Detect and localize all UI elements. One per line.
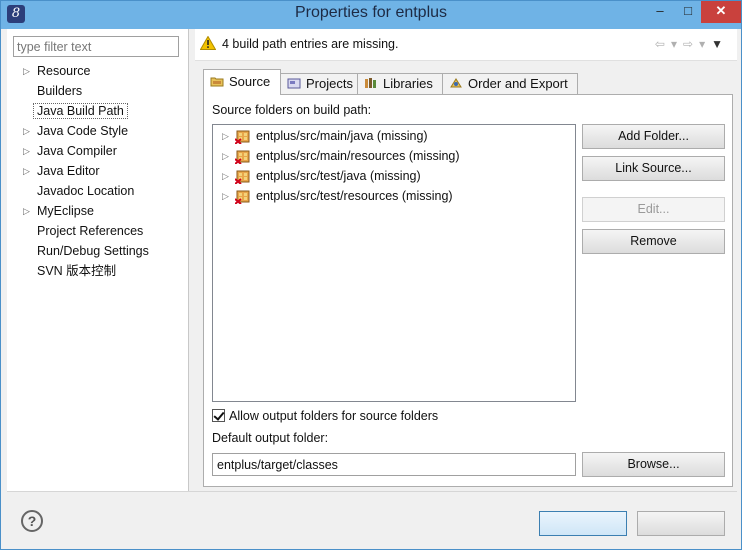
- nav-item-label: Java Code Style: [37, 124, 129, 138]
- default-output-folder-input[interactable]: [212, 453, 576, 476]
- expand-arrow-icon[interactable]: ▷: [222, 146, 229, 166]
- maximize-button[interactable]: □: [675, 1, 701, 23]
- nav-item-label: SVN 版本控制: [37, 264, 117, 278]
- nav-item-label: Java Compiler: [37, 144, 117, 158]
- nav-item[interactable]: Javadoc Location: [7, 181, 189, 201]
- missing-package-folder-icon: [235, 130, 250, 144]
- expand-arrow-icon[interactable]: ▷: [23, 201, 30, 221]
- nav-item[interactable]: ▷ Resource: [7, 61, 189, 81]
- help-icon[interactable]: ?: [21, 510, 43, 532]
- minimize-button[interactable]: –: [647, 1, 673, 23]
- filter-input[interactable]: [13, 36, 179, 57]
- allow-output-folders-label: Allow output folders for source folders: [229, 409, 439, 423]
- nav-item[interactable]: ▷ Java Code Style: [7, 121, 189, 141]
- tab-order-and-export[interactable]: Order and Export: [442, 73, 578, 95]
- back-icon[interactable]: ⇦: [655, 37, 671, 51]
- expand-arrow-icon[interactable]: ▷: [23, 121, 30, 141]
- libraries-icon: [364, 77, 378, 89]
- source-folder-entry[interactable]: ▷ entplus/src/test/java (missing): [213, 166, 575, 186]
- source-folder-path: entplus/src/test/java (missing): [256, 169, 421, 183]
- status-message: 4 build path entries are missing.: [222, 37, 399, 51]
- missing-package-folder-icon: [235, 150, 250, 164]
- nav-item[interactable]: SVN 版本控制: [7, 261, 189, 281]
- nav-item-label: Javadoc Location: [37, 184, 135, 198]
- forward-menu-icon[interactable]: ▾: [699, 37, 711, 51]
- message-bar: 4 build path entries are missing. ⇦▾⇨▾▼: [195, 29, 737, 61]
- allow-output-folders-option[interactable]: Allow output folders for source folders: [212, 408, 438, 424]
- default-output-folder-label: Default output folder:: [212, 431, 329, 445]
- nav-item[interactable]: ▷ MyEclipse: [7, 201, 189, 221]
- source-folder-path: entplus/src/test/resources (missing): [256, 189, 453, 203]
- properties-nav: ▷ Resource Builders Java Build Path ▷ Java Co…: [7, 61, 189, 281]
- source-tab-panel: Source folders on build path: ▷ entplus/s…: [203, 94, 733, 487]
- warning-icon: [200, 36, 216, 50]
- add-folder-button[interactable]: Add Folder...: [582, 124, 725, 149]
- order-export-icon: [449, 77, 463, 89]
- nav-item[interactable]: Run/Debug Settings: [7, 241, 189, 261]
- remove-button[interactable]: Remove: [582, 229, 725, 254]
- expand-arrow-icon[interactable]: ▷: [23, 161, 30, 181]
- tab-projects[interactable]: Projects: [280, 73, 358, 95]
- close-button[interactable]: ✕: [701, 1, 741, 23]
- title-bar[interactable]: 8 Properties for entplus – □ ✕: [1, 1, 741, 29]
- nav-item-label: Java Build Path: [33, 103, 128, 119]
- view-menu-icon[interactable]: ▼: [711, 37, 729, 51]
- missing-package-folder-icon: [235, 190, 250, 204]
- allow-output-folders-checkbox[interactable]: [212, 409, 225, 422]
- dialog-button-bar: ?: [7, 491, 737, 545]
- expand-arrow-icon[interactable]: ▷: [222, 126, 229, 146]
- tab-source[interactable]: Source: [203, 69, 281, 95]
- source-folder-entry[interactable]: ▷ entplus/src/main/java (missing): [213, 126, 575, 146]
- browse-button[interactable]: Browse...: [582, 452, 725, 477]
- cancel-button[interactable]: [637, 511, 725, 536]
- nav-item[interactable]: ▷ Java Compiler: [7, 141, 189, 161]
- source-folder-icon: [210, 75, 224, 87]
- edit-button[interactable]: Edit...: [582, 197, 725, 222]
- nav-item[interactable]: Builders: [7, 81, 189, 101]
- source-folders-tree[interactable]: ▷ entplus/src/main/java (missing) ▷ entplus…: [212, 124, 576, 402]
- right-pane: 4 build path entries are missing. ⇦▾⇨▾▼ …: [195, 29, 737, 491]
- forward-icon[interactable]: ⇨: [683, 37, 699, 51]
- expand-arrow-icon[interactable]: ▷: [23, 61, 30, 81]
- source-folder-entry[interactable]: ▷ entplus/src/test/resources (missing): [213, 186, 575, 206]
- nav-item[interactable]: Project References: [7, 221, 189, 241]
- source-folder-path: entplus/src/main/resources (missing): [256, 149, 460, 163]
- left-pane: ▷ResourceBuildersJava Build Path▷Java Co…: [7, 29, 189, 491]
- link-source-button[interactable]: Link Source...: [582, 156, 725, 181]
- nav-item-label: Project References: [37, 224, 144, 238]
- nav-item[interactable]: ▷ Java Editor: [7, 161, 189, 181]
- nav-item-label: Resource: [37, 64, 91, 78]
- expand-arrow-icon[interactable]: ▷: [222, 166, 229, 186]
- tab-libraries[interactable]: Libraries: [357, 73, 443, 95]
- history-nav: ⇦▾⇨▾▼: [655, 37, 729, 51]
- nav-item-label: Java Editor: [37, 164, 100, 178]
- projects-icon: [287, 77, 301, 89]
- nav-item-label: MyEclipse: [37, 204, 94, 218]
- dialog-body: ▷ResourceBuildersJava Build Path▷Java Co…: [7, 29, 737, 545]
- source-folder-entry[interactable]: ▷ entplus/src/main/resources (missing): [213, 146, 575, 166]
- missing-package-folder-icon: [235, 170, 250, 184]
- properties-dialog: 8 Properties for entplus – □ ✕ ▷ Resource…: [0, 0, 742, 550]
- nav-item-label: Run/Debug Settings: [37, 244, 149, 258]
- ok-button[interactable]: [539, 511, 627, 536]
- back-menu-icon[interactable]: ▾: [671, 37, 683, 51]
- nav-item[interactable]: Java Build Path: [7, 101, 189, 121]
- source-folder-path: entplus/src/main/java (missing): [256, 129, 428, 143]
- expand-arrow-icon[interactable]: ▷: [23, 141, 30, 161]
- expand-arrow-icon[interactable]: ▷: [222, 186, 229, 206]
- nav-item-label: Builders: [37, 84, 83, 98]
- window-title: Properties for entplus: [294, 4, 448, 21]
- source-folders-label: Source folders on build path:: [212, 103, 372, 117]
